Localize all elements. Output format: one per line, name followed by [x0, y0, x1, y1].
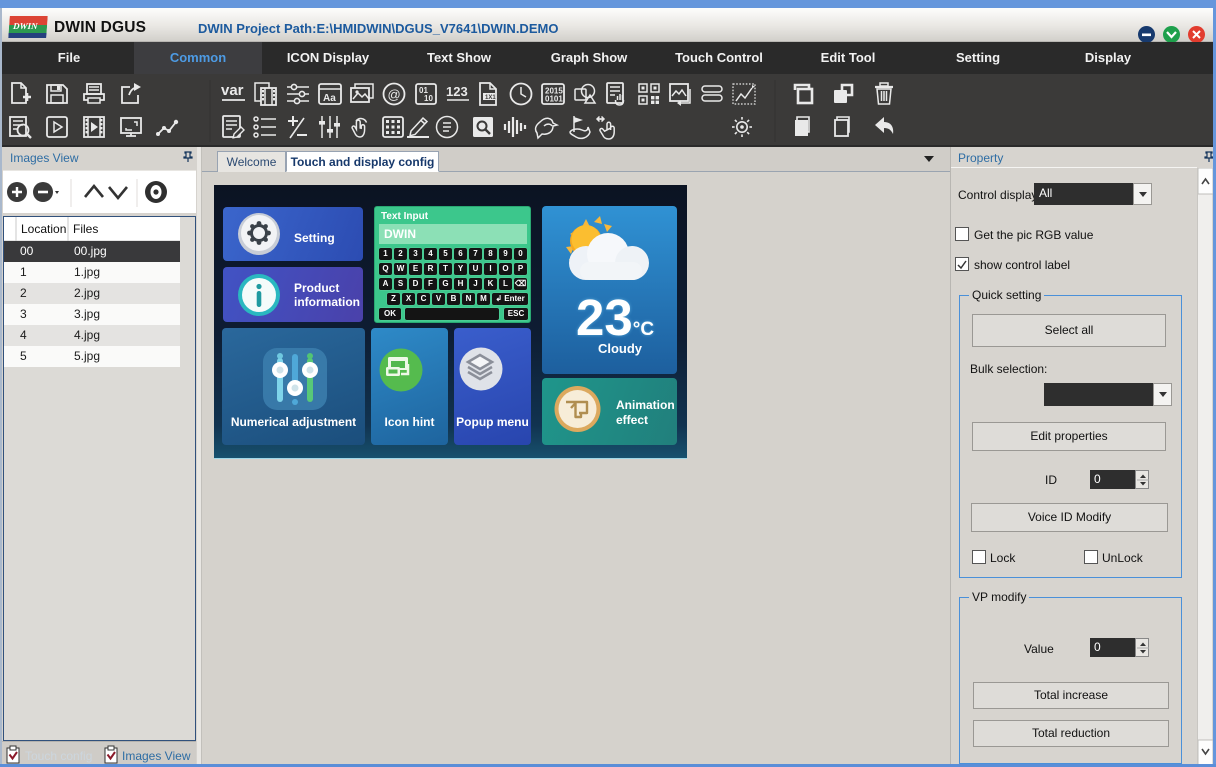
svg-text:123: 123	[446, 84, 468, 99]
svg-text:Aa: Aa	[323, 93, 336, 104]
svg-text:10: 10	[424, 94, 433, 103]
svg-text:Location: Location	[21, 222, 66, 236]
svg-text:0101: 0101	[545, 95, 563, 104]
svg-text:var: var	[221, 82, 244, 99]
svg-text:Images View: Images View	[122, 749, 191, 763]
svg-text:1X1: 1X1	[485, 95, 496, 101]
svg-text:Touch config: Touch config	[25, 749, 92, 763]
svg-text:Files: Files	[73, 222, 98, 236]
svg-text:@: @	[388, 87, 401, 102]
